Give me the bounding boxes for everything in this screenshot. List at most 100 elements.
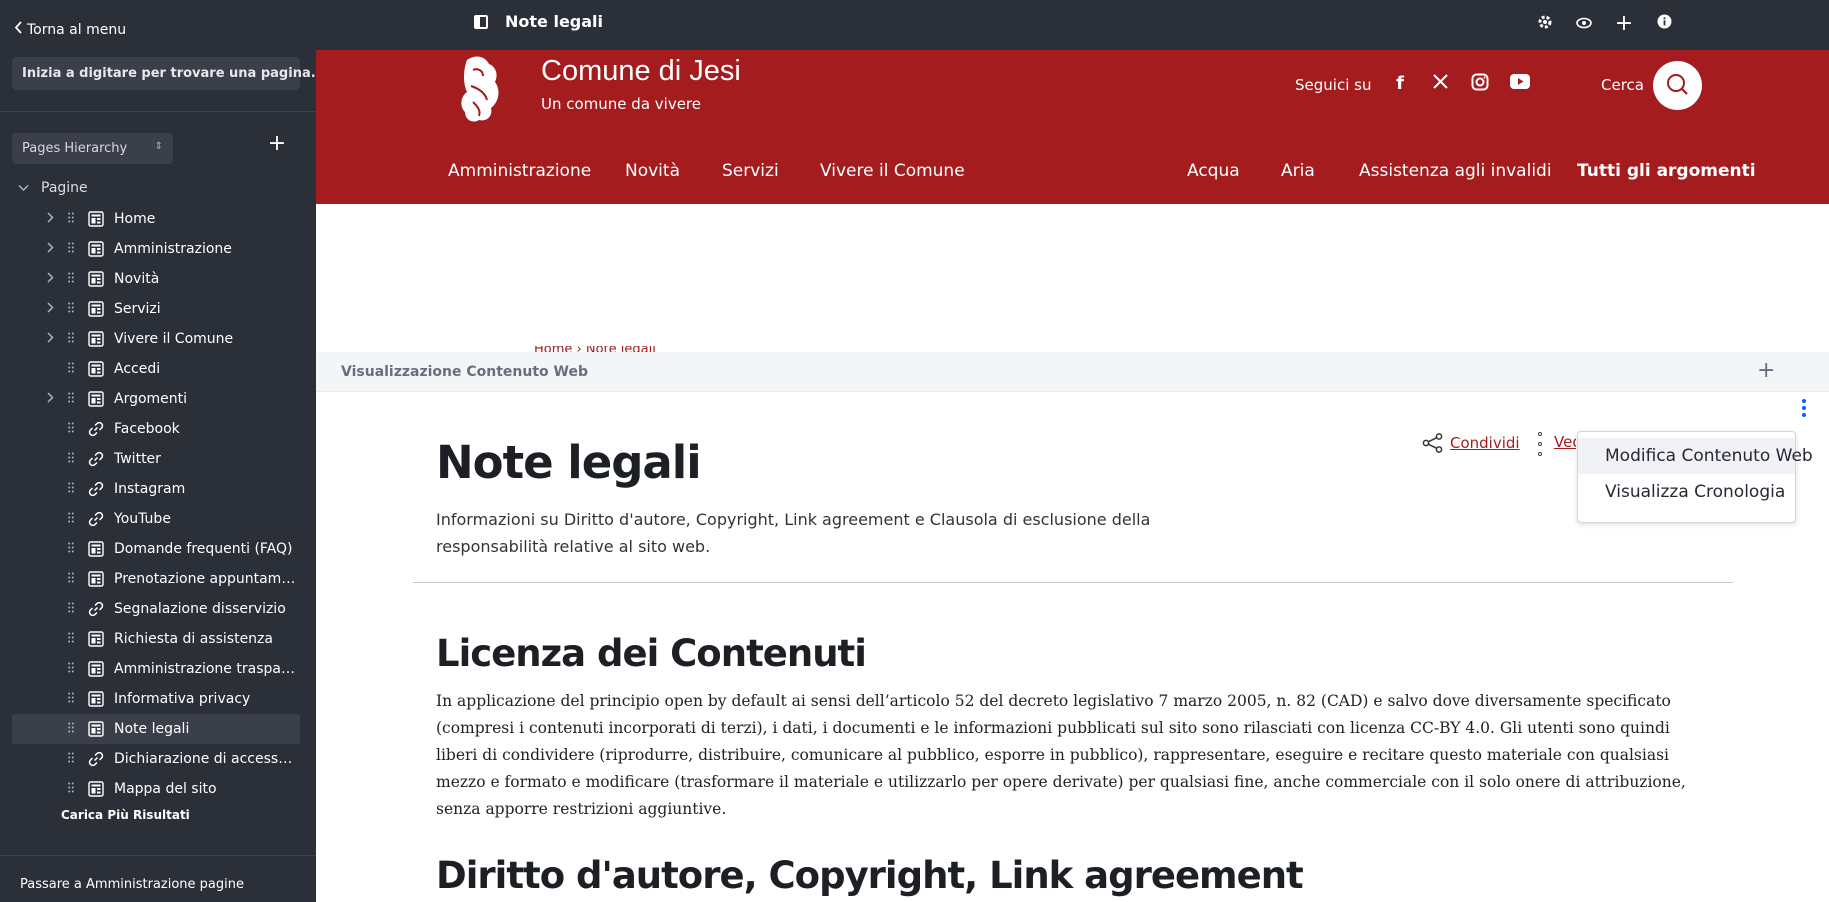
drag-handle-icon[interactable] [68, 452, 78, 466]
drag-handle-icon[interactable] [68, 602, 78, 616]
drag-handle-icon[interactable] [68, 302, 78, 316]
nav-acqua[interactable]: Acqua [1187, 161, 1240, 181]
hierarchy-select[interactable]: Pages Hierarchy ⇕ [12, 133, 173, 164]
site-name[interactable]: Comune di Jesi [541, 55, 741, 88]
drag-handle-icon[interactable] [68, 512, 78, 526]
tree-item[interactable]: Home [12, 204, 300, 234]
tree-item[interactable]: Twitter [12, 444, 300, 474]
drag-handle-icon[interactable] [68, 572, 78, 586]
nav-novita[interactable]: Novità [625, 161, 680, 181]
tree-item-label: Facebook [114, 421, 180, 437]
drag-handle-icon[interactable] [68, 212, 78, 226]
page-icon [88, 271, 104, 287]
share-button[interactable]: Condividi [1422, 433, 1520, 453]
jesi-logo-icon[interactable]: JESI [441, 52, 507, 126]
chevron-right-icon[interactable] [42, 332, 58, 346]
drag-handle-icon[interactable] [68, 362, 78, 376]
chevron-right-icon[interactable] [42, 302, 58, 316]
tree-item[interactable]: Argomenti [12, 384, 300, 414]
drag-handle-icon[interactable] [68, 722, 78, 736]
drag-handle-icon[interactable] [68, 752, 78, 766]
drag-handle-icon[interactable] [68, 392, 78, 406]
chevron-right-icon[interactable] [42, 242, 58, 256]
tree-item[interactable]: Dichiarazione di accessibilità [12, 744, 300, 774]
nav-tutti-argomenti[interactable]: Tutti gli argomenti [1577, 161, 1756, 181]
drag-handle-icon[interactable] [68, 692, 78, 706]
drag-handle-icon[interactable] [68, 782, 78, 796]
tree-item[interactable]: YouTube [12, 504, 300, 534]
drag-handle-icon[interactable] [68, 332, 78, 346]
drag-handle-icon[interactable] [68, 632, 78, 646]
add-page-button[interactable]: + [266, 133, 288, 156]
page-search-input[interactable]: Inizia a digitare per trovare una pagina… [12, 57, 316, 90]
drag-handle-icon[interactable] [68, 242, 78, 256]
eye-icon[interactable] [1574, 14, 1594, 34]
title-divider [413, 582, 1733, 583]
nav-vivere-il-comune[interactable]: Vivere il Comune [820, 161, 965, 181]
nav-aria[interactable]: Aria [1281, 161, 1315, 181]
link-icon [88, 421, 104, 437]
tree-item[interactable]: Instagram [12, 474, 300, 504]
section-body-licenza: In applicazione del principio open by de… [436, 692, 1686, 818]
tree-item[interactable]: Accedi [12, 354, 300, 384]
load-more-button[interactable]: Carica Più Risultati [61, 808, 190, 822]
edit-web-content-menu-item[interactable]: Modifica Contenuto Web [1578, 438, 1813, 474]
link-icon [88, 451, 104, 467]
portlet-title: Visualizzazione Contenuto Web [341, 364, 589, 380]
drag-handle-icon[interactable] [68, 482, 78, 496]
tree-root-pages[interactable]: Pagine [18, 180, 88, 196]
tree-item[interactable]: Facebook [12, 414, 300, 444]
tree-item[interactable]: Amministrazione [12, 234, 300, 264]
view-actions-link[interactable]: Vedi azioni [1554, 433, 1576, 451]
youtube-icon[interactable] [1509, 73, 1531, 95]
site-search-button[interactable] [1653, 61, 1702, 110]
site-tagline: Un comune da vivere [541, 95, 701, 113]
chevron-right-icon[interactable] [42, 272, 58, 286]
page-icon [88, 721, 104, 737]
drag-handle-icon[interactable] [68, 272, 78, 286]
tree-item-label: Servizi [114, 301, 161, 317]
facebook-icon[interactable]: f [1389, 73, 1411, 95]
chevron-right-icon[interactable] [42, 212, 58, 226]
tree-item[interactable]: Amministrazione trasparente [12, 654, 300, 684]
tree-item[interactable]: Segnalazione disservizio [12, 594, 300, 624]
pages-admin-link[interactable]: Passare a Amministrazione pagine [20, 877, 244, 892]
drag-handle-icon[interactable] [68, 542, 78, 556]
tree-item-label: Informativa privacy [114, 691, 251, 707]
drag-handle-icon[interactable] [68, 422, 78, 436]
tree-item[interactable]: Note legali [12, 714, 300, 744]
control-menu-title: Note legali [505, 12, 604, 31]
section-title-licenza: Licenza dei Contenuti [436, 632, 867, 675]
tree-item[interactable]: Informativa privacy [12, 684, 300, 714]
add-content-plus-icon[interactable]: + [1757, 358, 1775, 383]
tree-item-label: Dichiarazione di accessibilità [114, 751, 296, 767]
tree-item[interactable]: Prenotazione appuntamento [12, 564, 300, 594]
tree-item-label: Instagram [114, 481, 186, 497]
tree-item[interactable]: Mappa del sito [12, 774, 300, 804]
nav-servizi[interactable]: Servizi [722, 161, 779, 181]
x-twitter-icon[interactable] [1429, 73, 1451, 95]
tree-item-label: Segnalazione disservizio [114, 601, 286, 617]
nav-assistenza-invalidi[interactable]: Assistenza agli invalidi [1359, 161, 1552, 181]
tree-item[interactable]: Servizi [12, 294, 300, 324]
tree-item[interactable]: Domande frequenti (FAQ) [12, 534, 300, 564]
portlet-options-kebab-icon[interactable] [1801, 399, 1807, 417]
search-icon [1667, 74, 1688, 95]
gear-icon[interactable] [1535, 14, 1555, 34]
tree-item-label: Prenotazione appuntamento [114, 571, 296, 587]
view-history-menu-item[interactable]: Visualizza Cronologia [1578, 474, 1795, 510]
sidebar-toggle-icon[interactable] [474, 15, 488, 29]
more-actions-icon[interactable] [1537, 432, 1543, 456]
drag-handle-icon[interactable] [68, 662, 78, 676]
tree-item[interactable]: Novità [12, 264, 300, 294]
back-to-menu-link[interactable]: Torna al menu [14, 21, 126, 38]
plus-icon[interactable]: + [1614, 13, 1634, 35]
info-icon[interactable] [1654, 14, 1674, 34]
nav-amministrazione[interactable]: Amministrazione [448, 161, 591, 181]
instagram-icon[interactable] [1469, 73, 1491, 95]
page-icon [88, 781, 104, 797]
page-icon [88, 241, 104, 257]
tree-item[interactable]: Vivere il Comune [12, 324, 300, 354]
chevron-right-icon[interactable] [42, 392, 58, 406]
tree-item[interactable]: Richiesta di assistenza [12, 624, 300, 654]
